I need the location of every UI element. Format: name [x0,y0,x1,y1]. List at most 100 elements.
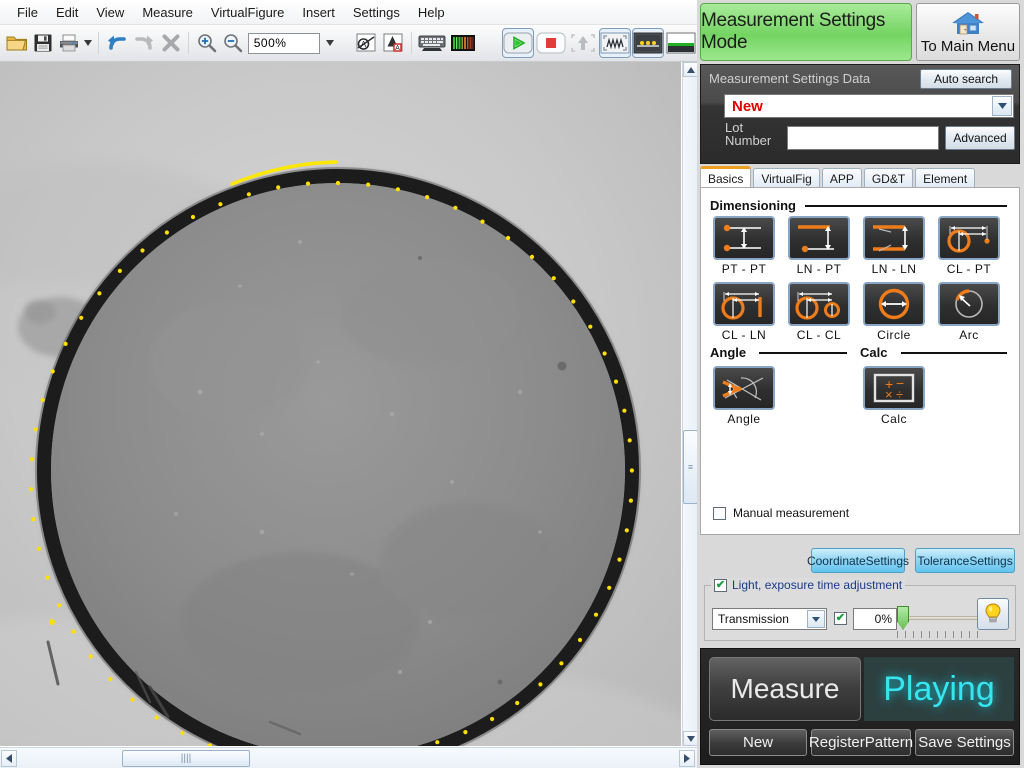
new-button[interactable]: New [709,729,807,756]
measure-control-block: Measure Playing New RegisterPattern Save… [700,648,1020,765]
vertical-scrollbar-thumb[interactable]: ≡ [683,430,698,504]
dim-button-ln-ln[interactable] [863,216,925,260]
mode-header-banner: Measurement Settings Mode [700,3,912,61]
menu-item-settings[interactable]: Settings [344,2,409,23]
zoom-out-icon[interactable] [221,28,246,58]
tab-element[interactable]: Element [915,168,976,188]
dimensioning-rule [805,205,1007,207]
zoom-dropdown-chevron-down-icon[interactable] [319,33,341,54]
tab-virtualfig-label: VirtualFig [761,171,812,186]
tab-basics[interactable]: Basics [700,166,752,188]
menu-item-insert[interactable]: Insert [293,2,344,23]
light-mode-chevron-down-icon[interactable] [807,610,825,628]
dim-button-cl-pt[interactable] [938,216,1000,260]
svg-text:×: × [885,387,893,402]
light-mode-combo[interactable]: Transmission [712,608,827,630]
settings-data-chevron-down-icon[interactable] [992,96,1012,116]
menu-item-virtualfigure[interactable]: VirtualFigure [202,2,293,23]
tab-virtualfig[interactable]: VirtualFig [753,168,820,188]
menu-item-file[interactable]: File [8,2,47,23]
angle-measure-icon [722,377,764,401]
horizontal-scrollbar-thumb[interactable]: |||| [122,750,250,767]
save-settings-button[interactable]: Save Settings [915,729,1014,756]
dim-label-cl-pt: CL - PT [946,262,992,276]
text-tool-a-icon[interactable]: A [380,28,406,58]
scroll-up-chevron-up-icon[interactable] [683,62,698,77]
focus-up-arrow-icon[interactable] [568,28,598,58]
to-main-menu-label: To Main Menu [920,38,1016,55]
dim-button-pt-pt[interactable] [713,216,775,260]
zoom-level-combo[interactable]: 500% [247,32,334,54]
menu-item-measure[interactable]: Measure [133,2,202,23]
tolerance-settings-button[interactable]: ToleranceSettings [915,548,1015,573]
barcode-icon[interactable] [448,28,477,58]
save-floppy-icon[interactable] [30,28,55,58]
measurement-image-canvas[interactable] [0,62,681,746]
scroll-left-chevron-left-icon[interactable] [1,750,17,767]
light-slider-thumb[interactable] [897,606,909,630]
light-exposure-label: Light, exposure time adjustment [732,578,903,592]
measure-button[interactable]: Measure [709,657,861,721]
coordinate-settings-button[interactable]: CoordinateSettings [807,548,909,573]
light-percent-field[interactable]: 0% [853,608,897,630]
svg-text:A: A [395,45,400,52]
dim-label-arc: Arc [959,328,979,342]
open-folder-icon[interactable] [4,28,29,58]
scroll-down-chevron-down-icon[interactable] [683,731,698,746]
dim-button-arc[interactable] [938,282,1000,326]
light-exposure-caption: ✔ Light, exposure time adjustment [711,578,906,592]
dim-button-cl-cl[interactable] [788,282,850,326]
toolbar: 500% A A [0,25,697,62]
calc-rule [901,352,1007,354]
profile-level-icon[interactable] [665,28,697,58]
advanced-label: Advanced [953,131,1007,145]
dim-button-ln-pt[interactable] [788,216,850,260]
dim-button-circle[interactable] [863,282,925,326]
scroll-right-chevron-right-icon[interactable] [679,750,695,767]
line-to-line-icon [873,225,908,252]
image-horizontal-scrollbar[interactable]: |||| [0,747,697,768]
to-main-menu-button[interactable]: To Main Menu [916,3,1020,61]
advanced-button[interactable]: Advanced [945,126,1015,150]
dim-button-cl-ln[interactable] [713,282,775,326]
dimensioning-group-title: Dimensioning [710,198,796,213]
light-bulb-icon [985,603,1001,623]
waveform-capture-icon[interactable] [599,28,632,58]
settings-data-combo[interactable]: New [724,94,1014,118]
keyboard-icon[interactable] [417,28,447,58]
light-exposure-checkbox[interactable]: ✔ [714,578,727,592]
menu-item-edit[interactable]: Edit [47,2,87,23]
manual-measurement-checkbox[interactable] [713,506,726,520]
print-icon[interactable] [56,28,81,58]
angle-group-title: Angle [710,345,747,360]
calc-group-title: Calc [860,345,888,360]
menu-item-view[interactable]: View [87,2,133,23]
tab-app[interactable]: APP [821,168,862,188]
menu-item-help[interactable]: Help [409,2,454,23]
stop-square-icon[interactable] [535,28,567,58]
register-pattern-button[interactable]: RegisterPattern [809,729,913,756]
undo-arrow-icon[interactable] [104,28,130,58]
light-slider-track[interactable] [901,616,981,620]
zoom-in-icon[interactable] [194,28,219,58]
lot-number-input[interactable] [787,126,939,150]
angle-button[interactable] [713,366,775,410]
mode-title: Measurement Settings Mode [701,10,886,53]
lot-number-label: Lot Number [725,121,785,147]
calc-button[interactable]: + − × ÷ [863,366,925,410]
redo-arrow-icon[interactable] [131,28,157,58]
auto-search-button[interactable]: Auto search [920,69,1012,89]
calculator-icon: + − × ÷ [873,373,915,403]
circle-to-circle-icon [795,292,840,320]
print-dropdown-chevron-down-icon[interactable] [83,28,94,58]
edge-detect-icon[interactable] [632,28,665,58]
play-triangle-icon[interactable] [502,28,535,58]
light-enable-checkbox[interactable]: ✔ [834,612,847,625]
delete-x-icon[interactable] [158,28,183,58]
image-vertical-scrollbar[interactable]: ≡ [682,62,698,746]
annotation-circle-a-icon[interactable]: A [353,28,379,58]
light-bulb-button[interactable] [977,598,1009,630]
tab-gdt[interactable]: GD&T [863,168,914,188]
line-to-point-icon [798,225,834,253]
zoom-level-value-field[interactable]: 500% [247,32,334,54]
